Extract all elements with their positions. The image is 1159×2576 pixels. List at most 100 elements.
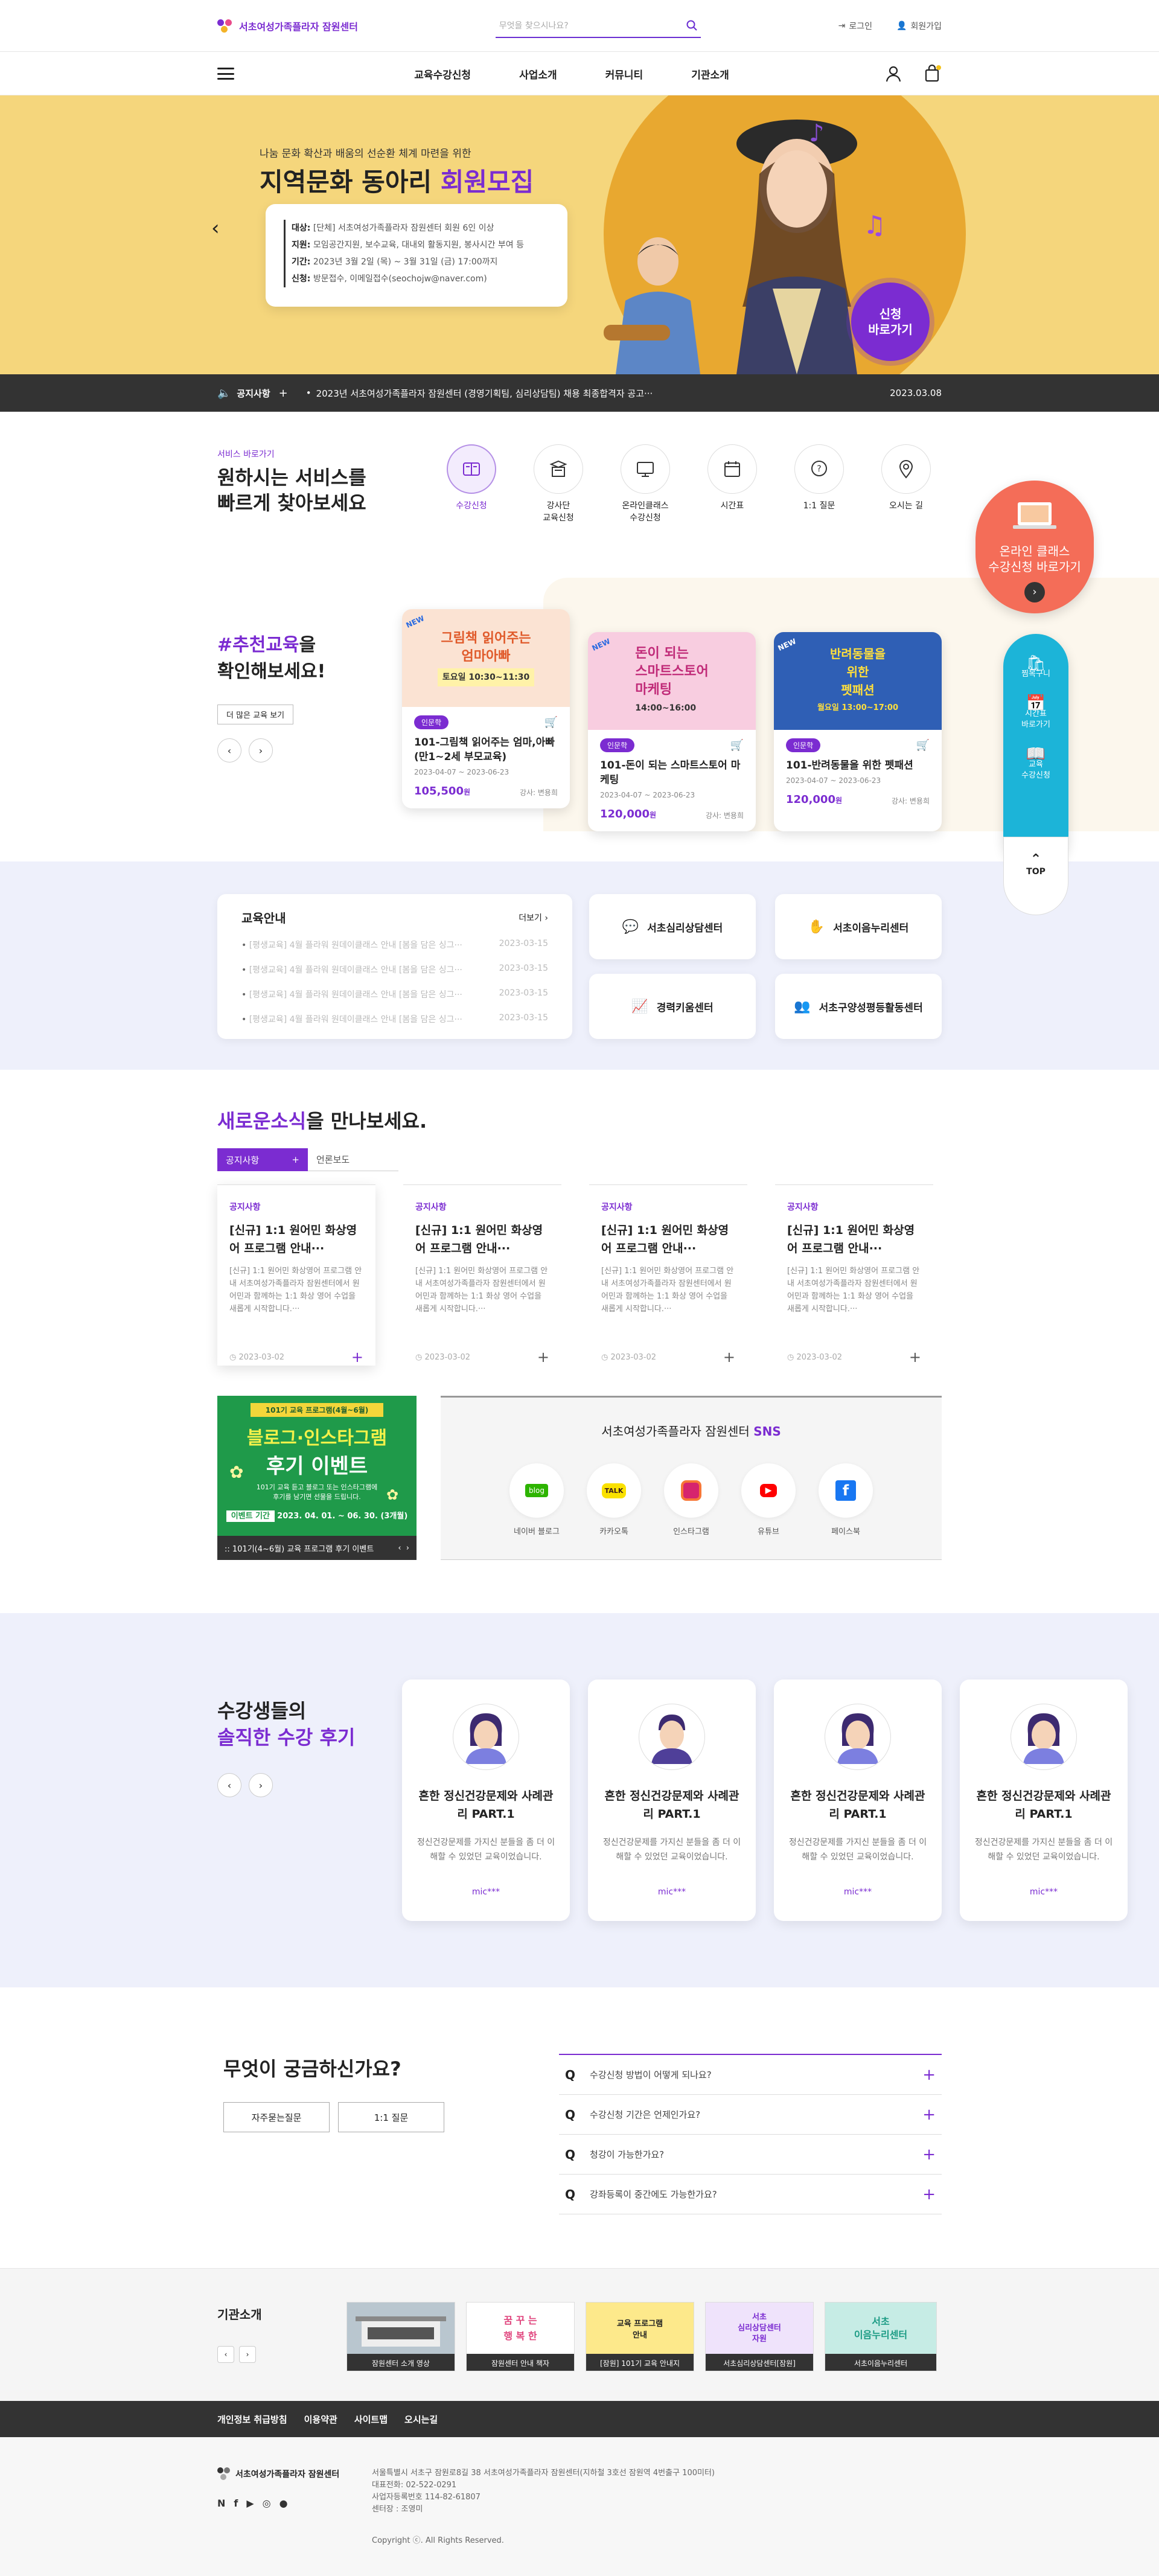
signup-link[interactable]: 👤 회원가입 bbox=[896, 20, 942, 32]
edu-more-link[interactable]: 더보기 › bbox=[519, 912, 548, 924]
plus-icon[interactable]: + bbox=[909, 1349, 921, 1366]
naver-icon[interactable]: N bbox=[217, 2498, 225, 2509]
facebook-icon[interactable]: f bbox=[234, 2498, 238, 2509]
next-icon[interactable]: › bbox=[406, 1544, 409, 1553]
education-notice-box: 교육안내 더보기 › • [평생교육] 4월 플라워 원데이클래스 안내 [봄을 … bbox=[217, 894, 572, 1039]
privacy-link[interactable]: 개인정보 취급방침 bbox=[217, 2413, 287, 2426]
terms-link[interactable]: 이용약관 bbox=[304, 2413, 337, 2426]
course-thumbnail: NEW 돈이 되는 스마트스토어 마케팅 14:00~16:00 bbox=[588, 632, 756, 730]
apply-now-button[interactable]: 신청 바로가기 bbox=[851, 283, 930, 361]
org-card[interactable]: 서초 이음누리센터 서초이음누리센터 bbox=[825, 2302, 937, 2371]
cart-icon[interactable] bbox=[924, 65, 942, 83]
reviews-prev-icon[interactable]: ‹ bbox=[217, 1773, 241, 1797]
course-card[interactable]: NEW 그림책 읽어주는 엄마아빠 토요일 10:30~11:30 인문학 🛒 10… bbox=[402, 609, 570, 808]
news-card[interactable]: 공지사항 [신규] 1:1 원어민 화상영어 프로그램 안내··· [신규] 1:1… bbox=[589, 1184, 747, 1366]
news-card[interactable]: 공지사항 [신규] 1:1 원어민 화상영어 프로그램 안내··· [신규] 1:1… bbox=[775, 1184, 933, 1366]
site-logo[interactable]: 서초여성가족플라자 잠원센터 bbox=[217, 18, 358, 34]
sns-youtube[interactable]: ▶ 유튜브 bbox=[741, 1463, 796, 1536]
more-courses-button[interactable]: 더 많은 교육 보기 bbox=[217, 705, 294, 724]
org-card[interactable]: 서초 심리상담센터 자원 서초심리상담센터[잠원] bbox=[705, 2302, 814, 2371]
youtube-icon[interactable]: ▶ bbox=[246, 2498, 254, 2509]
wishlist-button[interactable]: 🛍 찜목구니 bbox=[1003, 656, 1068, 680]
plus-icon[interactable]: + bbox=[292, 1154, 299, 1165]
tab-notice[interactable]: 공지사항 + bbox=[217, 1148, 308, 1171]
login-icon: ⇥ bbox=[838, 21, 846, 31]
center-link-counseling[interactable]: 💬 서초심리상담센터 bbox=[589, 894, 756, 959]
quick-course-apply[interactable]: 수강신청 bbox=[447, 444, 496, 524]
faq-item[interactable]: Q 수강신청 기간은 언제인가요? + bbox=[559, 2095, 942, 2135]
nav-item-about[interactable]: 기관소개 bbox=[691, 66, 729, 81]
news-card[interactable]: 공지사항 [신규] 1:1 원어민 화상영어 프로그램 안내··· [신규] 1:1… bbox=[217, 1184, 375, 1366]
list-item[interactable]: • [평생교육] 4월 플라워 원데이클래스 안내 [봄을 담은 싱그··· 20… bbox=[241, 1013, 548, 1025]
sns-instagram[interactable]: 인스타그램 bbox=[664, 1463, 718, 1536]
quick-one-on-one[interactable]: ? 1:1 질문 bbox=[794, 444, 844, 524]
cart-add-icon[interactable]: 🛒 bbox=[544, 716, 558, 729]
reviews-next-icon[interactable]: › bbox=[249, 1773, 273, 1797]
list-item[interactable]: • [평생교육] 4월 플라워 원데이클래스 안내 [봄을 담은 싱그··· 20… bbox=[241, 988, 548, 1000]
course-card[interactable]: NEW 반려동물을 위한 펫패션 월요일 13:00~17:00 인문학 🛒 101… bbox=[774, 632, 942, 831]
org-card[interactable]: 꿈 꾸 는 행 복 한 잠원센터 안내 책자 bbox=[466, 2302, 575, 2371]
directions-link[interactable]: 오시는길 bbox=[404, 2413, 438, 2426]
tab-press[interactable]: 언론보도 bbox=[308, 1148, 398, 1171]
quick-timetable[interactable]: 시간표 bbox=[707, 444, 757, 524]
hero-prev-icon[interactable]: ‹ bbox=[211, 216, 220, 240]
list-item[interactable]: • [평생교육] 4월 플라워 원데이클래스 안내 [봄을 담은 싱그··· 20… bbox=[241, 964, 548, 976]
qna-button[interactable]: 1:1 질문 bbox=[338, 2102, 444, 2132]
review-card[interactable]: 흔한 정신건강문제와 사례관리 PART.1 정신건강문제를 가지신 분들을 좀 … bbox=[402, 1680, 570, 1921]
nav-item-community[interactable]: 커뮤니티 bbox=[605, 66, 643, 81]
sns-kakao[interactable]: TALK 카카오톡 bbox=[587, 1463, 641, 1536]
rec-next-icon[interactable]: › bbox=[249, 738, 273, 762]
sitemap-link[interactable]: 사이트맵 bbox=[354, 2413, 388, 2426]
rec-prev-icon[interactable]: ‹ bbox=[217, 738, 241, 762]
news-card[interactable]: 공지사항 [신규] 1:1 원어민 화상영어 프로그램 안내··· [신규] 1:1… bbox=[403, 1184, 561, 1366]
center-link-career[interactable]: 📈 경력키움센터 bbox=[589, 974, 756, 1039]
center-link-equality[interactable]: 👥 서초구양성평등활동센터 bbox=[775, 974, 942, 1039]
cart-add-icon[interactable]: 🛒 bbox=[916, 739, 930, 752]
scroll-top-button[interactable]: ⌃ TOP bbox=[1003, 837, 1068, 915]
kakaotalk-icon: TALK bbox=[601, 1483, 627, 1498]
review-card[interactable]: 흔한 정신건강문제와 사례관리 PART.1 정신건강문제를 가지신 분들을 좀 … bbox=[960, 1680, 1128, 1921]
plus-icon[interactable]: + bbox=[537, 1349, 549, 1366]
plus-icon[interactable]: + bbox=[351, 1349, 363, 1366]
login-link[interactable]: ⇥ 로그인 bbox=[838, 20, 872, 32]
org-card[interactable]: 잠원센터 소개 영상 bbox=[346, 2302, 455, 2371]
mypage-icon[interactable] bbox=[885, 65, 902, 82]
faq-item[interactable]: Q 수강신청 방법이 어떻게 되나요? + bbox=[559, 2055, 942, 2095]
course-price: 105,500원 bbox=[414, 785, 471, 797]
quick-instructor-apply[interactable]: 강사단 교육신청 bbox=[534, 444, 583, 524]
notice-plus-icon[interactable]: + bbox=[279, 387, 288, 400]
arrow-right-icon[interactable]: › bbox=[1024, 582, 1045, 602]
instagram-icon[interactable]: ◎ bbox=[263, 2498, 271, 2509]
notice-text[interactable]: 2023년 서초여성가족플라자 잠원센터 (경영기획팀, 심리상담팀) 채용 최… bbox=[316, 387, 890, 400]
course-card[interactable]: NEW 돈이 되는 스마트스토어 마케팅 14:00~16:00 인문학 🛒 101… bbox=[588, 632, 756, 831]
prev-icon[interactable]: ‹ bbox=[398, 1544, 401, 1553]
online-class-floating-button[interactable]: 온라인 클래스 수강신청 바로가기 › bbox=[975, 481, 1094, 613]
list-item[interactable]: • [평생교육] 4월 플라워 원데이클래스 안내 [봄을 담은 싱그··· 20… bbox=[241, 939, 548, 951]
center-link-eumnuri[interactable]: ✋ 서초이음누리센터 bbox=[775, 894, 942, 959]
instagram-icon bbox=[681, 1480, 701, 1501]
review-card[interactable]: 흔한 정신건강문제와 사례관리 PART.1 정신건강문제를 가지신 분들을 좀 … bbox=[774, 1680, 942, 1921]
org-next-icon[interactable]: › bbox=[239, 2346, 256, 2363]
course-apply-button[interactable]: 📖 교육 수강신청 bbox=[1003, 746, 1068, 781]
quick-online-class[interactable]: 온라인클래스 수강신청 bbox=[621, 444, 670, 524]
faq-button[interactable]: 자주묻는질문 bbox=[223, 2102, 330, 2132]
event-banner[interactable]: 101기 교육 프로그램(4월~6월) 블로그·인스타그램 후기 이벤트 101… bbox=[217, 1396, 417, 1560]
recommend-section: #추천교육을 확인해보세요! 더 많은 교육 보기 ‹ › NEW 그림책 읽어주… bbox=[0, 578, 1159, 861]
hamburger-menu-icon[interactable] bbox=[217, 68, 234, 80]
search-input[interactable]: 무엇을 찾으시나요? bbox=[495, 14, 701, 38]
nav-item-course[interactable]: 교육수강신청 bbox=[414, 66, 471, 81]
quick-directions[interactable]: 오시는 길 bbox=[881, 444, 931, 524]
org-card[interactable]: 교육 프로그램 안내 [잠원] 101기 교육 안내지 bbox=[586, 2302, 694, 2371]
org-prev-icon[interactable]: ‹ bbox=[217, 2346, 234, 2363]
kakaotalk-icon[interactable]: ● bbox=[279, 2498, 288, 2509]
cart-add-icon[interactable]: 🛒 bbox=[730, 739, 744, 752]
sns-facebook[interactable]: f 페이스북 bbox=[819, 1463, 873, 1536]
sns-blog[interactable]: blog 네이버 블로그 bbox=[509, 1463, 564, 1536]
plus-icon[interactable]: + bbox=[723, 1349, 735, 1366]
timetable-button[interactable]: 📅 시간표 바로가기 bbox=[1003, 695, 1068, 730]
faq-item[interactable]: Q 청강이 가능한가요? + bbox=[559, 2135, 942, 2175]
nav-item-business[interactable]: 사업소개 bbox=[519, 66, 557, 81]
faq-item[interactable]: Q 강좌등록이 중간에도 가능한가요? + bbox=[559, 2175, 942, 2214]
review-card[interactable]: 흔한 정신건강문제와 사례관리 PART.1 정신건강문제를 가지신 분들을 좀 … bbox=[588, 1680, 756, 1921]
search-icon[interactable] bbox=[686, 20, 697, 31]
